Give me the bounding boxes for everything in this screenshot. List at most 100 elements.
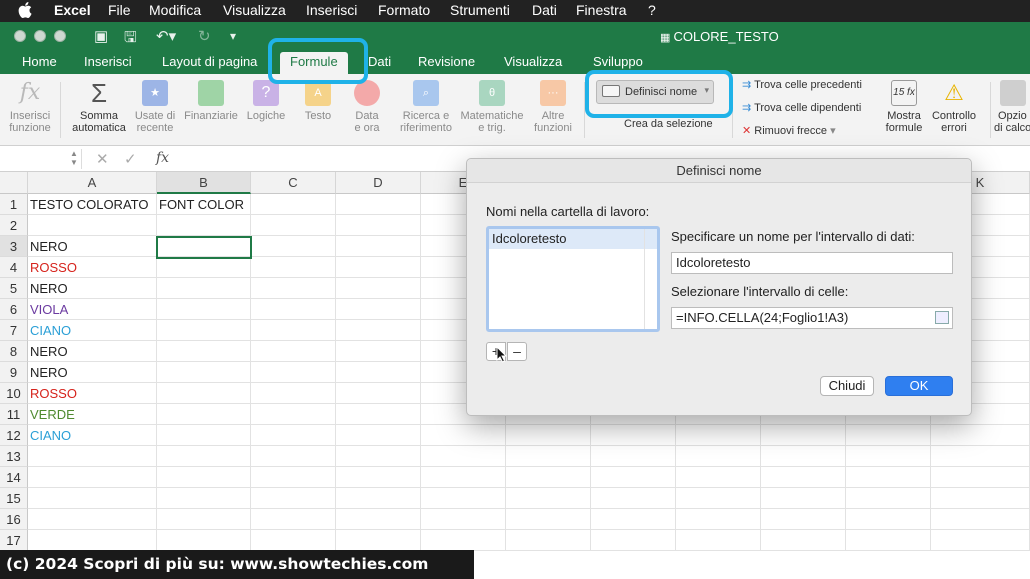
grid-cell[interactable] — [336, 404, 421, 425]
grid-cell[interactable] — [506, 446, 591, 467]
grid-cell[interactable] — [251, 488, 336, 509]
grid-cell[interactable] — [676, 509, 761, 530]
menu-app-excel[interactable]: Excel — [54, 2, 91, 18]
cell-a[interactable] — [28, 530, 157, 551]
error-checking-button[interactable]: ⚠ Controllo errori — [928, 80, 980, 134]
row-header[interactable]: 5 — [0, 278, 28, 299]
cell-b[interactable] — [157, 446, 251, 467]
cell-a[interactable]: ROSSO — [28, 383, 157, 404]
grid-cell[interactable] — [421, 467, 506, 488]
text-functions-button[interactable]: A Testo — [298, 80, 338, 122]
cell-a[interactable]: NERO — [28, 278, 157, 299]
grid-cell[interactable] — [251, 299, 336, 320]
grid-cell[interactable] — [931, 467, 1030, 488]
grid-cell[interactable] — [676, 467, 761, 488]
fx-icon[interactable]: fx — [156, 150, 169, 166]
cell-a[interactable] — [28, 215, 157, 236]
confirm-icon[interactable]: ✓ — [124, 150, 137, 168]
grid-cell[interactable] — [761, 467, 846, 488]
grid-cell[interactable] — [251, 194, 336, 215]
save-icon[interactable]: 🖫 — [124, 27, 137, 52]
grid-cell[interactable] — [336, 509, 421, 530]
grid-cell[interactable] — [931, 425, 1030, 446]
grid-cell[interactable] — [336, 194, 421, 215]
cell-b[interactable] — [157, 383, 251, 404]
grid-cell[interactable] — [591, 446, 676, 467]
row-header[interactable]: 7 — [0, 320, 28, 341]
column-header[interactable]: B — [157, 172, 251, 194]
row-header[interactable]: 1 — [0, 194, 28, 215]
row-header[interactable]: 11 — [0, 404, 28, 425]
minimize-window-button[interactable] — [34, 30, 46, 42]
grid-cell[interactable] — [251, 362, 336, 383]
grid-cell[interactable] — [421, 509, 506, 530]
menu-visualizza[interactable]: Visualizza — [223, 2, 286, 18]
grid-cell[interactable] — [251, 425, 336, 446]
grid-cell[interactable] — [336, 446, 421, 467]
trace-dependents-button[interactable]: ⇉ Trova celle dipendenti — [742, 101, 861, 114]
cell-a[interactable]: VIOLA — [28, 299, 157, 320]
grid-cell[interactable] — [846, 488, 931, 509]
grid-cell[interactable] — [251, 467, 336, 488]
cell-b[interactable] — [157, 425, 251, 446]
grid-cell[interactable] — [421, 446, 506, 467]
ok-button[interactable]: OK — [885, 376, 953, 396]
cell-b[interactable] — [157, 320, 251, 341]
grid-cell[interactable] — [761, 509, 846, 530]
select-all-corner[interactable] — [0, 172, 28, 194]
grid-cell[interactable] — [676, 488, 761, 509]
tab-sviluppo[interactable]: Sviluppo — [593, 54, 643, 69]
grid-cell[interactable] — [336, 278, 421, 299]
grid-cell[interactable] — [251, 404, 336, 425]
grid-cell[interactable] — [676, 446, 761, 467]
grid-cell[interactable] — [931, 530, 1030, 551]
range-input[interactable]: =INFO.CELLA(24;Foglio1!A3) — [671, 307, 953, 329]
lookup-functions-button[interactable]: ⌕ Ricerca e riferimento — [396, 80, 456, 134]
cell-a[interactable] — [28, 509, 157, 530]
grid-cell[interactable] — [591, 530, 676, 551]
selected-cell-b3[interactable] — [156, 236, 252, 259]
grid-cell[interactable] — [336, 320, 421, 341]
grid-cell[interactable] — [506, 509, 591, 530]
math-functions-button[interactable]: θ Matematiche e trig. — [458, 80, 526, 134]
collapse-dialog-icon[interactable] — [935, 311, 949, 324]
grid-cell[interactable] — [846, 467, 931, 488]
grid-cell[interactable] — [336, 299, 421, 320]
grid-cell[interactable] — [846, 509, 931, 530]
row-header[interactable]: 12 — [0, 425, 28, 446]
cell-b[interactable] — [157, 362, 251, 383]
menu-help[interactable]: ? — [648, 2, 656, 18]
cell-a[interactable]: CIANO — [28, 425, 157, 446]
cell-b[interactable] — [157, 257, 251, 278]
column-header[interactable]: C — [251, 172, 336, 194]
cell-b[interactable] — [157, 215, 251, 236]
grid-cell[interactable] — [336, 383, 421, 404]
grid-cell[interactable] — [421, 425, 506, 446]
redo-icon[interactable]: ↻ — [198, 27, 211, 45]
row-header[interactable]: 6 — [0, 299, 28, 320]
cell-a[interactable]: NERO — [28, 236, 157, 257]
menu-inserisci[interactable]: Inserisci — [306, 2, 357, 18]
tab-revisione[interactable]: Revisione — [418, 54, 475, 69]
row-header[interactable]: 13 — [0, 446, 28, 467]
close-window-button[interactable] — [14, 30, 26, 42]
grid-cell[interactable] — [251, 320, 336, 341]
cell-a[interactable]: TESTO COLORATO — [28, 194, 157, 215]
column-header[interactable]: A — [28, 172, 157, 194]
grid-cell[interactable] — [251, 383, 336, 404]
name-box[interactable]: ▲ ▼ — [0, 149, 82, 169]
remove-arrows-button[interactable]: ✕ Rimuovi frecce ▾ — [742, 124, 836, 137]
column-header[interactable]: D — [336, 172, 421, 194]
cell-a[interactable]: VERDE — [28, 404, 157, 425]
row-header[interactable]: 2 — [0, 215, 28, 236]
cell-b[interactable] — [157, 530, 251, 551]
autosum-button[interactable]: Σ Somma automatica — [68, 80, 130, 134]
trace-precedents-button[interactable]: ⇉ Trova celle precedenti — [742, 78, 862, 91]
grid-cell[interactable] — [336, 488, 421, 509]
cell-a[interactable] — [28, 446, 157, 467]
grid-cell[interactable] — [251, 341, 336, 362]
row-header[interactable]: 8 — [0, 341, 28, 362]
menu-file[interactable]: File — [108, 2, 131, 18]
grid-cell[interactable] — [336, 236, 421, 257]
close-button[interactable]: Chiudi — [820, 376, 874, 396]
